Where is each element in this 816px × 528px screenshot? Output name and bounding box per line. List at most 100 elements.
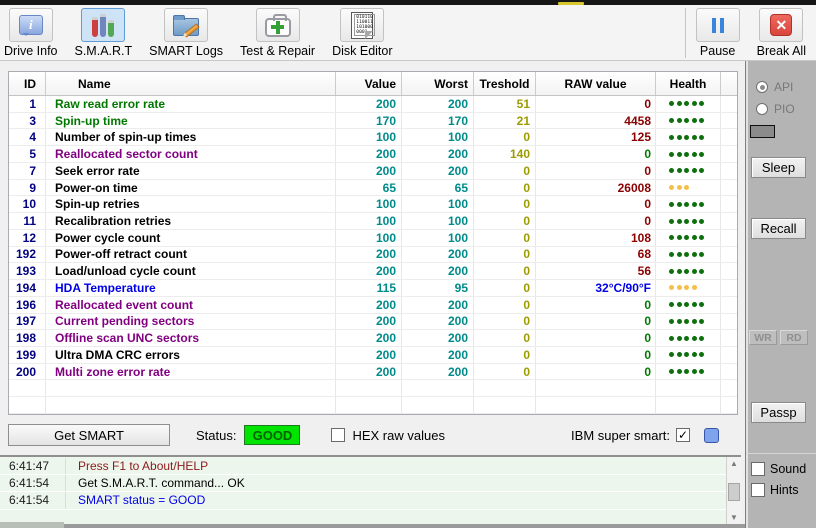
toolbar-button-pause[interactable]: Pause: [695, 8, 740, 58]
get-smart-button[interactable]: Get SMART: [8, 424, 170, 446]
row-spacer: [721, 196, 737, 212]
attribute-health-dots: [656, 380, 721, 397]
status-label: Status:: [196, 427, 237, 443]
attribute-name: Ultra DMA CRC errors: [46, 347, 336, 363]
ibm-checkbox-label: IBM super smart:: [571, 427, 670, 443]
smart-attribute-row[interactable]: 7 Seek error rate 200 200 0 0: [9, 162, 737, 180]
smart-attribute-row[interactable]: 198 Offline scan UNC sectors 200 200 0 0: [9, 330, 737, 348]
attribute-value: 100: [336, 129, 402, 146]
first-aid-icon: [264, 13, 291, 37]
toolbar-button-smart-logs[interactable]: SMART Logs: [149, 8, 223, 58]
attribute-id: 194: [9, 280, 46, 296]
smart-attribute-row[interactable]: 1 Raw read error rate 200 200 51 0: [9, 96, 737, 113]
row-spacer: [721, 230, 737, 246]
passp-button[interactable]: Passp: [751, 402, 806, 423]
log-scrollbar[interactable]: ▲ ▼: [726, 457, 741, 524]
window-bottom-edge: [0, 522, 745, 528]
attribute-name: Load/unload cycle count: [46, 263, 336, 280]
toolbar-button-label: Pause: [699, 44, 736, 58]
attribute-name: [46, 397, 336, 413]
column-header-spacer: [721, 72, 737, 95]
smart-attribute-row[interactable]: 12 Power cycle count 100 100 0 108: [9, 229, 737, 247]
radio-pio[interactable]: PIO: [756, 102, 795, 116]
attribute-name: Spin-up retries: [46, 196, 336, 213]
empty-table-row: [9, 380, 737, 398]
recall-button[interactable]: Recall: [751, 218, 806, 239]
break-all-x-icon: ✕: [770, 14, 793, 36]
toolbar-button-disk-editor[interactable]: 010110 110011 101000 0001 Disk Editor: [332, 8, 393, 58]
radio-pio-label: PIO: [774, 102, 795, 116]
smart-attribute-row[interactable]: 197 Current pending sectors 200 200 0 0: [9, 313, 737, 331]
table-header-row: ID Name Value Worst Treshold RAW value H…: [9, 72, 737, 96]
column-header-name: Name: [46, 72, 336, 95]
attribute-worst: 200: [402, 330, 474, 347]
attribute-treshold: 0: [474, 213, 536, 229]
attribute-health-dots: [656, 347, 721, 363]
smart-attribute-row[interactable]: 194 HDA Temperature 115 95 0 32°C/90°F: [9, 280, 737, 297]
log-rows: 6:41:47 Press F1 to About/HELP 6:41:54 G…: [0, 457, 726, 524]
sleep-button[interactable]: Sleep: [751, 157, 806, 178]
attribute-value: 200: [336, 313, 402, 330]
log-message: SMART status = GOOD: [78, 493, 206, 508]
smart-attribute-row[interactable]: 10 Spin-up retries 100 100 0 0: [9, 196, 737, 214]
smart-attribute-row[interactable]: 9 Power-on time 65 65 0 26008: [9, 179, 737, 197]
column-header-raw: RAW value: [536, 72, 656, 95]
toolbar-button-test-repair[interactable]: Test & Repair: [240, 8, 315, 58]
checkbox-icon: [751, 483, 765, 497]
smart-attribute-row[interactable]: 200 Multi zone error rate 200 200 0 0: [9, 363, 737, 381]
attribute-name: Reallocated event count: [46, 296, 336, 313]
attribute-name: Offline scan UNC sectors: [46, 330, 336, 347]
column-header-health: Health: [656, 72, 721, 95]
smart-attribute-row[interactable]: 11 Recalibration retries 100 100 0 0: [9, 213, 737, 230]
smart-attribute-row[interactable]: 199 Ultra DMA CRC errors 200 200 0 0: [9, 347, 737, 364]
toolbar-button-drive-info[interactable]: i Drive Info: [4, 8, 58, 58]
attribute-name: Spin-up time: [46, 112, 336, 129]
attribute-health-dots: [656, 313, 721, 330]
attribute-id: 3: [9, 112, 46, 129]
row-spacer: [721, 263, 737, 279]
attribute-name: Raw read error rate: [46, 96, 336, 112]
right-sidebar: API PIO Sleep Recall WR RD Passp Sound H…: [745, 61, 816, 528]
toolbar-separator: [684, 8, 686, 58]
status-badge: GOOD: [244, 425, 301, 445]
toolbar-button-break-all[interactable]: ✕ Break All: [757, 8, 806, 58]
attribute-raw-value: 0: [536, 146, 656, 162]
attribute-value: 100: [336, 213, 402, 229]
smart-attribute-row[interactable]: 192 Power-off retract count 200 200 0 68: [9, 246, 737, 264]
attribute-id: 196: [9, 296, 46, 313]
scroll-down-icon[interactable]: ▼: [727, 511, 741, 524]
attribute-id: 10: [9, 196, 46, 213]
smart-attribute-row[interactable]: 196 Reallocated event count 200 200 0 0: [9, 296, 737, 314]
attribute-health-dots: [656, 246, 721, 263]
sound-checkbox[interactable]: Sound: [751, 462, 806, 476]
ibm-super-smart-checkbox[interactable]: IBM super smart: ✓: [571, 427, 719, 443]
attribute-worst: 95: [402, 280, 474, 296]
log-entry: 6:41:47 Press F1 to About/HELP: [0, 458, 726, 476]
log-timestamp: 6:41:54: [0, 492, 66, 509]
smart-attribute-row[interactable]: 4 Number of spin-up times 100 100 0 125: [9, 129, 737, 147]
scroll-up-icon[interactable]: ▲: [727, 457, 741, 470]
content-area: ID Name Value Worst Treshold RAW value H…: [0, 61, 745, 528]
wr-button[interactable]: WR: [749, 330, 777, 345]
hex-raw-values-checkbox[interactable]: HEX raw values: [331, 428, 445, 443]
attribute-treshold: 21: [474, 112, 536, 129]
attribute-id: 197: [9, 313, 46, 330]
scrollbar-thumb[interactable]: [728, 483, 740, 501]
toolbar-button-smart[interactable]: S.M.A.R.T: [75, 8, 132, 58]
smart-attribute-row[interactable]: 3 Spin-up time 170 170 21 4458: [9, 112, 737, 130]
radio-api-label: API: [774, 80, 794, 94]
smart-attribute-row[interactable]: 193 Load/unload cycle count 200 200 0 56: [9, 263, 737, 281]
attribute-name: Multi zone error rate: [46, 363, 336, 380]
attribute-name: Number of spin-up times: [46, 129, 336, 146]
row-spacer: [721, 129, 737, 145]
toolbar-button-label: Drive Info: [4, 44, 58, 58]
hints-checkbox[interactable]: Hints: [751, 483, 798, 497]
attribute-id: 1: [9, 96, 46, 112]
rd-button[interactable]: RD: [780, 330, 808, 345]
attribute-treshold: 0: [474, 363, 536, 380]
radio-api[interactable]: API: [756, 80, 793, 94]
smart-attribute-row[interactable]: 5 Reallocated sector count 200 200 140 0: [9, 146, 737, 163]
row-spacer: [721, 163, 737, 179]
attribute-worst: 65: [402, 179, 474, 196]
attribute-treshold: 51: [474, 96, 536, 112]
